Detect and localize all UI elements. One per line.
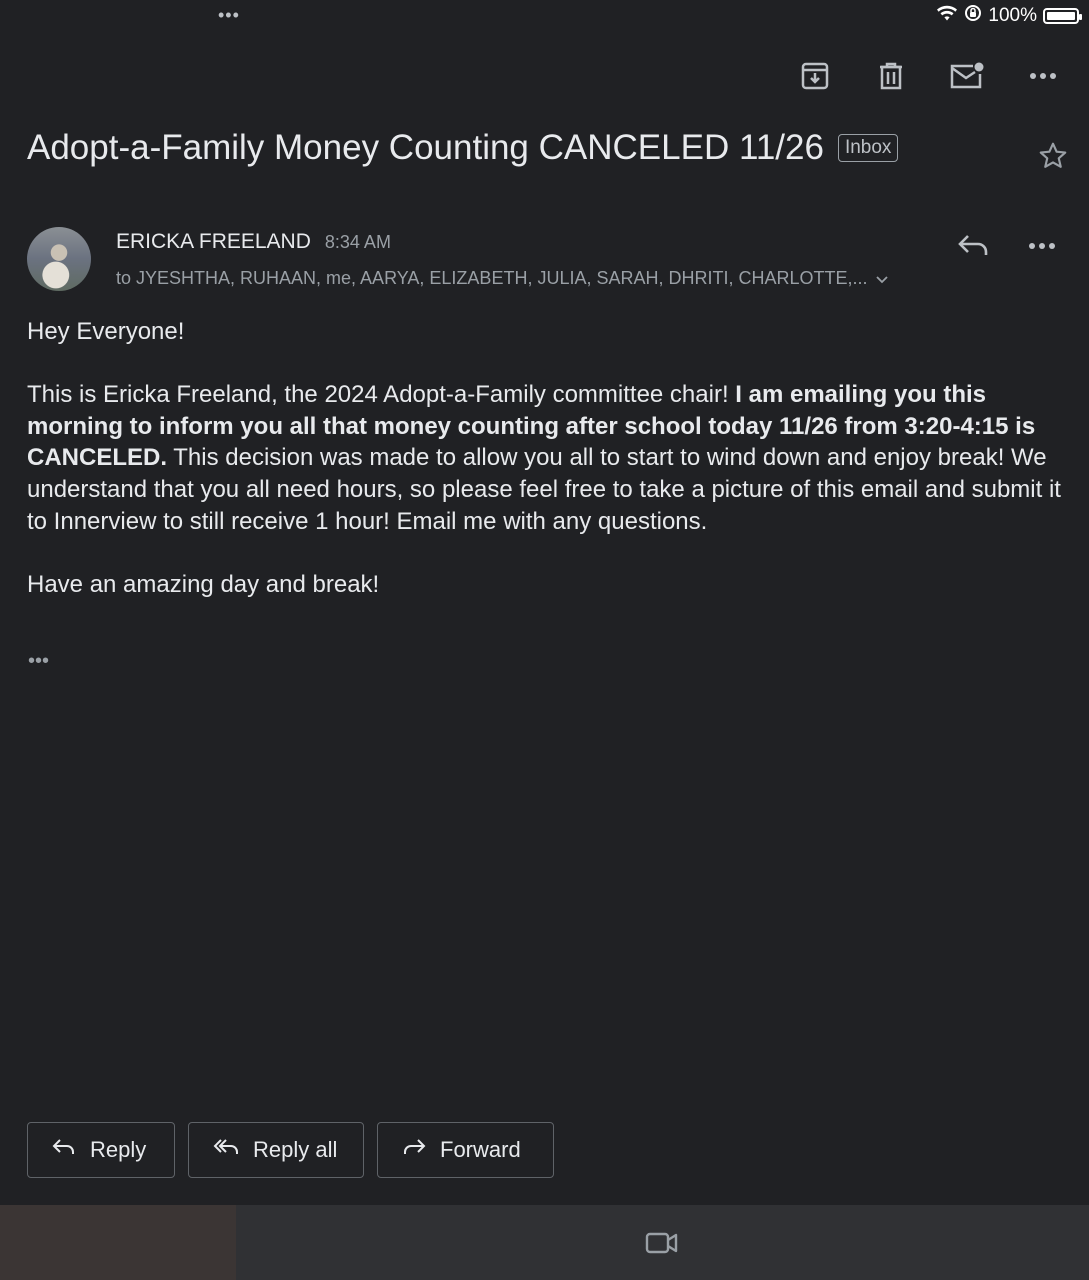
bottom-bar-left-panel (0, 1205, 236, 1280)
star-icon[interactable] (1037, 140, 1069, 177)
inbox-label-badge[interactable]: Inbox (837, 134, 899, 162)
recipients-line[interactable]: to JYESHTHA, RUHAAN, me, AARYA, ELIZABET… (116, 268, 888, 289)
sender-line: ERICKA FREELAND 8:34 AM (116, 230, 391, 254)
mark-unread-icon[interactable] (949, 58, 985, 94)
multitask-dots[interactable]: ••• (218, 5, 240, 26)
reply-all-button[interactable]: Reply all (188, 1122, 364, 1178)
reply-all-icon (213, 1137, 239, 1163)
reply-all-label: Reply all (253, 1137, 338, 1162)
message-more-icon[interactable] (1028, 232, 1056, 265)
body-text-a: This is Ericka Freeland, the 2024 Adopt-… (27, 381, 736, 409)
archive-icon[interactable] (797, 58, 833, 94)
wifi-icon (936, 4, 958, 28)
forward-label: Forward (440, 1137, 521, 1162)
email-body: Hey Everyone! This is Ericka Freeland, t… (27, 316, 1062, 632)
show-trimmed-content-button[interactable]: ••• (28, 650, 49, 673)
battery-fill (1047, 12, 1075, 20)
sender-name[interactable]: ERICKA FREELAND (116, 230, 311, 254)
reply-icon[interactable] (956, 230, 990, 265)
body-paragraph: This is Ericka Freeland, the 2024 Adopt-… (27, 379, 1062, 537)
subject-row: Adopt-a-Family Money Counting CANCELED 1… (27, 128, 1069, 168)
reply-icon (52, 1137, 76, 1163)
status-icons: 100% (936, 4, 1082, 28)
sent-time: 8:34 AM (324, 232, 391, 252)
greeting: Hey Everyone! (27, 318, 185, 345)
video-call-icon[interactable] (644, 1229, 680, 1262)
rotation-lock-icon (964, 4, 982, 28)
status-bar: ••• 100% (0, 0, 1089, 32)
delete-icon[interactable] (873, 58, 909, 94)
forward-button[interactable]: Forward (377, 1122, 554, 1178)
message-toolbar (797, 58, 1061, 94)
battery-icon (1043, 8, 1082, 24)
reply-label: Reply (90, 1137, 147, 1162)
bottom-bar (0, 1205, 1089, 1280)
reply-actions: Reply Reply all Forward (27, 1122, 554, 1178)
closing-line: Have an amazing day and break! (27, 570, 380, 598)
more-icon[interactable] (1025, 58, 1061, 94)
chevron-down-icon[interactable] (875, 268, 888, 289)
reply-button[interactable]: Reply (27, 1122, 175, 1178)
avatar[interactable] (27, 227, 91, 291)
forward-icon (402, 1137, 426, 1163)
email-subject: Adopt-a-Family Money Counting CANCELED 1… (27, 128, 824, 167)
body-text-b: This decision was made to allow you all … (27, 444, 1061, 535)
battery-percent: 100% (988, 5, 1037, 26)
recipients-text: to JYESHTHA, RUHAAN, me, AARYA, ELIZABET… (116, 268, 868, 288)
